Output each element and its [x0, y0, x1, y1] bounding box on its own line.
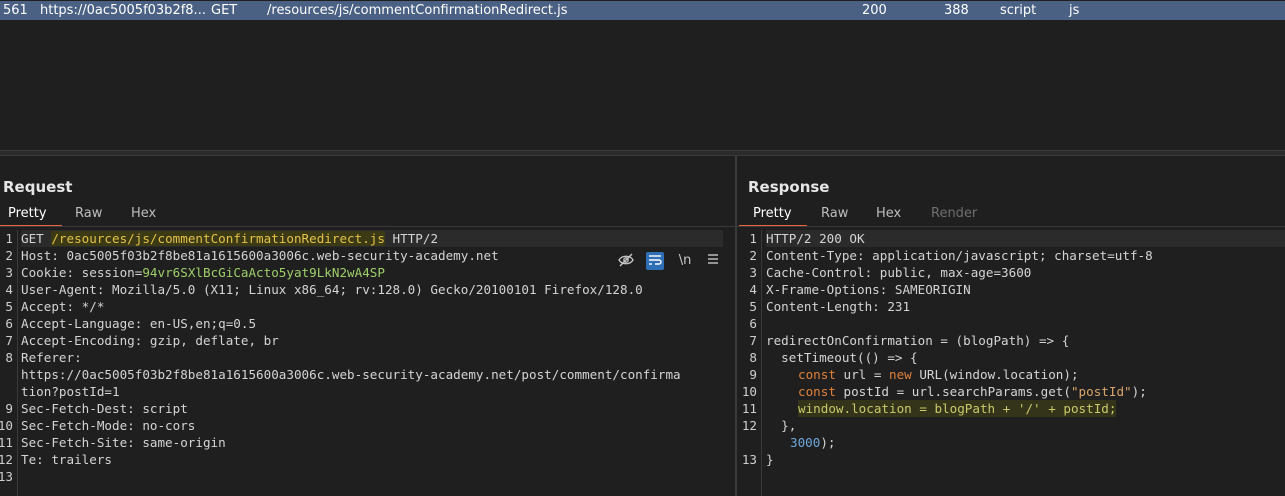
line-number: 4 [749, 282, 757, 297]
response-line-5: Content-Length: 231 [766, 299, 911, 314]
request-path: /resources/js/commentConfirmationRedirec… [51, 231, 385, 246]
request-editor[interactable]: 1 2 3 4 5 6 7 8 9 10 11 12 13 GET /resou… [0, 230, 735, 496]
row-method: GET [211, 3, 238, 18]
response-line-11-highlight: window.location = blogPath + '/' + postI… [798, 400, 1117, 417]
line-number: 9 [749, 367, 757, 382]
request-line-11: Sec-Fetch-Site: same-origin [21, 435, 226, 450]
line-number: 10 [0, 418, 13, 433]
line-number: 6 [749, 316, 757, 331]
line-number: 6 [5, 316, 13, 331]
tab-hex[interactable]: Hex [131, 204, 156, 224]
response-line-9: const url = new URL(window.location); [798, 367, 1079, 382]
row-host: https://0ac5005f03b2f8... [40, 3, 206, 18]
line-number: 10 [741, 384, 757, 399]
response-line-7: redirectOnConfirmation = (blogPath) => { [766, 333, 1070, 348]
line-number: 8 [749, 350, 757, 365]
response-line-2: Content-Type: application/javascript; ch… [766, 248, 1153, 263]
history-row-selected[interactable]: 561 https://0ac5005f03b2f8... GET /resou… [0, 1, 1285, 20]
line-number: 2 [5, 248, 13, 263]
line-number: 5 [749, 299, 757, 314]
row-id: 561 [3, 3, 28, 18]
gutter-divider [17, 230, 18, 496]
request-line-1: GET /resources/js/commentConfirmationRed… [21, 230, 723, 247]
line-number [0, 366, 13, 383]
tab-raw[interactable]: Raw [821, 204, 848, 224]
line-number: 7 [749, 333, 757, 348]
line-number: 13 [741, 452, 757, 467]
tabs-divider [0, 226, 735, 227]
tab-pretty[interactable]: Pretty [8, 204, 47, 224]
response-line-4: X-Frame-Options: SAMEORIGIN [766, 282, 971, 297]
tab-pretty[interactable]: Pretty [753, 204, 792, 224]
line-number: 11 [0, 435, 13, 450]
row-length: 388 [944, 3, 969, 18]
session-cookie-value: 94vr6SXlBcGiCaActo5yat9LkN2wA4SP [142, 265, 385, 280]
request-line-10: Sec-Fetch-Mode: no-cors [21, 418, 196, 433]
row-status: 200 [862, 3, 887, 18]
line-number: 13 [0, 469, 13, 484]
response-line-3: Cache-Control: public, max-age=3600 [766, 265, 1032, 280]
request-line-12: Te: trailers [21, 452, 112, 467]
line-number: 12 [741, 418, 757, 433]
request-line-8-wrap: https://0ac5005f03b2f8be81a1615600a3006c… [21, 367, 681, 382]
request-tabs: Pretty Raw Hex \n [0, 204, 735, 270]
response-line-12: }, [766, 418, 797, 433]
request-title: Request [3, 178, 73, 196]
row-ext: js [1069, 3, 1080, 18]
tab-raw[interactable]: Raw [75, 204, 102, 224]
request-line-4: User-Agent: Mozilla/5.0 (X11; Linux x86_… [21, 282, 643, 297]
tab-hex[interactable]: Hex [876, 204, 901, 224]
request-line-5: Accept: */* [21, 299, 105, 314]
line-number [740, 434, 757, 451]
response-line-12-wrap: 3000); [790, 435, 836, 450]
request-line-2: Host: 0ac5005f03b2f8be81a1615600a3006c.w… [21, 248, 499, 263]
response-line-numbers: 1 2 3 4 5 6 7 8 9 10 11 12 13 [740, 230, 757, 468]
request-line-7: Accept-Encoding: gzip, deflate, br [21, 333, 279, 348]
line-number: 4 [5, 282, 13, 297]
tab-render[interactable]: Render [931, 204, 977, 224]
line-number: 3 [749, 265, 757, 280]
proxy-history-table: 561 https://0ac5005f03b2f8... GET /resou… [0, 0, 1285, 152]
request-line-9: Sec-Fetch-Dest: script [21, 401, 188, 416]
line-number: 1 [5, 231, 13, 246]
request-line-8: Referer: [21, 350, 82, 365]
line-number: 3 [5, 265, 13, 280]
line-number: 1 [749, 231, 757, 246]
response-line-10: const postId = url.searchParams.get("pos… [798, 384, 1147, 399]
response-pane: Response Pretty Raw Hex Render 1 2 3 4 5… [737, 156, 1285, 496]
row-url: /resources/js/commentConfirmationRedirec… [267, 3, 568, 18]
request-line-numbers: 1 2 3 4 5 6 7 8 9 10 11 12 13 [0, 230, 13, 485]
tabs-divider [737, 226, 1285, 227]
request-line-8-wrap2: tion?postId=1 [21, 384, 120, 399]
request-line-6: Accept-Language: en-US,en;q=0.5 [21, 316, 257, 331]
request-line-3: Cookie: session=94vr6SXlBcGiCaActo5yat9L… [21, 265, 385, 280]
gutter-divider [761, 230, 762, 496]
line-number: 11 [741, 401, 757, 416]
row-mime: script [1000, 3, 1037, 18]
response-line-13: } [766, 452, 774, 467]
response-tabs: Pretty Raw Hex Render [737, 204, 1285, 227]
response-title: Response [748, 178, 830, 196]
response-line-8: setTimeout(() => { [766, 350, 918, 365]
line-number: 9 [5, 401, 13, 416]
line-number: 5 [5, 299, 13, 314]
line-number: 8 [5, 350, 13, 365]
line-number: 7 [5, 333, 13, 348]
response-line-1: HTTP/2 200 OK [766, 230, 1285, 247]
request-pane: Request Pretty Raw Hex \n 1 2 3 4 5 6 7 … [0, 156, 735, 496]
response-editor[interactable]: 1 2 3 4 5 6 7 8 9 10 11 12 13 HTTP/2 200… [737, 230, 1285, 496]
line-number: 12 [0, 452, 13, 467]
line-number: 2 [749, 248, 757, 263]
line-number [0, 383, 13, 400]
